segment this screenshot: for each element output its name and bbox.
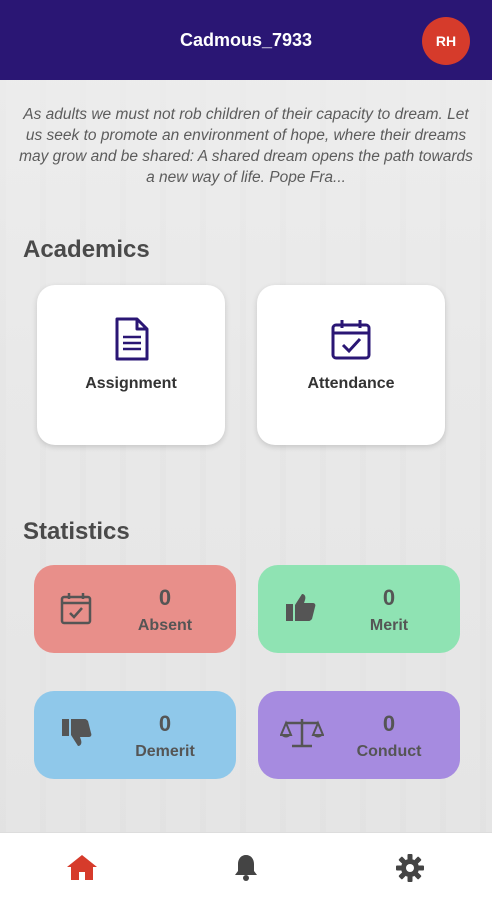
statistics-heading: Statistics: [23, 518, 130, 545]
absent-stat[interactable]: 0 Absent: [34, 565, 236, 653]
demerit-stat[interactable]: 0 Demerit: [34, 691, 236, 779]
thumbs-up-icon: [284, 591, 318, 628]
assignment-label: Assignment: [85, 375, 177, 392]
avatar[interactable]: RH: [422, 17, 470, 65]
attendance-card[interactable]: Attendance: [257, 285, 445, 445]
bottom-navigation: [0, 832, 492, 901]
merit-stat[interactable]: 0 Merit: [258, 565, 460, 653]
quote-text: As adults we must not rob children of th…: [19, 106, 473, 186]
absent-count: 0: [158, 585, 172, 610]
attendance-label: Attendance: [307, 375, 395, 392]
demerit-label: Demerit: [135, 743, 195, 760]
nav-notifications[interactable]: [233, 853, 259, 886]
app-header: Cadmous_7933 RH: [0, 0, 492, 80]
page-title: Cadmous_7933: [179, 30, 313, 50]
merit-label: Merit: [369, 617, 409, 634]
thumbs-down-icon: [60, 717, 94, 754]
absent-label: Absent: [137, 617, 193, 634]
calendar-check-icon: [60, 591, 92, 630]
nav-settings[interactable]: [395, 853, 425, 888]
calendar-check-icon: [257, 317, 445, 361]
conduct-stat[interactable]: 0 Conduct: [258, 691, 460, 779]
nav-home[interactable]: [66, 853, 98, 886]
academics-heading: Academics: [23, 236, 150, 263]
assignment-card[interactable]: Assignment: [37, 285, 225, 445]
conduct-label: Conduct: [356, 743, 422, 760]
merit-count: 0: [382, 585, 396, 610]
document-icon: [37, 317, 225, 361]
home-icon: [67, 855, 97, 880]
bell-icon: [235, 855, 257, 881]
demerit-count: 0: [158, 711, 172, 736]
conduct-count: 0: [382, 711, 396, 736]
gear-icon: [396, 854, 424, 882]
